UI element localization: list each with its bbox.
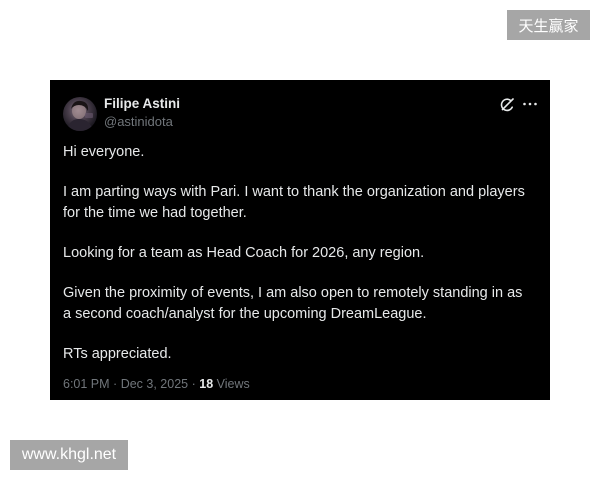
- tweet-line: I am parting ways with Pari. I want to t…: [63, 184, 525, 200]
- tweet-paragraph: RTs appreciated.: [63, 344, 525, 365]
- tweet-paragraph: I am parting ways with Pari. I want to t…: [63, 182, 525, 224]
- tweet-time[interactable]: 6:01 PM: [63, 377, 110, 391]
- avatar-photo: [67, 100, 93, 131]
- tweet-line: for the time we had together.: [63, 205, 247, 221]
- watermark-bottom-left: www.khgl.net: [10, 440, 128, 470]
- grok-icon[interactable]: [499, 97, 515, 113]
- tweet-paragraph: Looking for a team as Head Coach for 202…: [63, 243, 525, 264]
- tweet-date[interactable]: Dec 3, 2025: [121, 377, 188, 391]
- tweet-paragraph: Given the proximity of events, I am also…: [63, 283, 525, 325]
- tweet-paragraph: Hi everyone.: [63, 142, 525, 163]
- author-handle[interactable]: @astinidota: [104, 114, 173, 130]
- views-count: 18: [199, 377, 214, 391]
- tweet-line: Looking for a team as Head Coach for 202…: [63, 245, 425, 261]
- tweet-card: Filipe Astini @astinidota Hi everyone. I…: [50, 80, 550, 400]
- author-name[interactable]: Filipe Astini: [104, 96, 180, 112]
- footer-separator: ·: [113, 377, 118, 391]
- watermark-top-right: 天生赢家: [507, 10, 590, 40]
- tweet-line: RTs appreciated.: [63, 346, 172, 362]
- more-icon[interactable]: [522, 101, 538, 107]
- tweet-line: Given the proximity of events, I am also…: [63, 285, 523, 301]
- footer-separator: ·: [191, 377, 196, 391]
- views-label: Views: [216, 377, 250, 391]
- avatar[interactable]: [63, 97, 97, 131]
- tweet-line: Hi everyone.: [63, 144, 145, 160]
- tweet-footer: 6:01 PM · Dec 3, 2025 · 18 Views: [63, 376, 250, 392]
- tweet-line: a second coach/analyst for the upcoming …: [63, 306, 427, 322]
- tweet-text: Hi everyone. I am parting ways with Pari…: [63, 142, 525, 365]
